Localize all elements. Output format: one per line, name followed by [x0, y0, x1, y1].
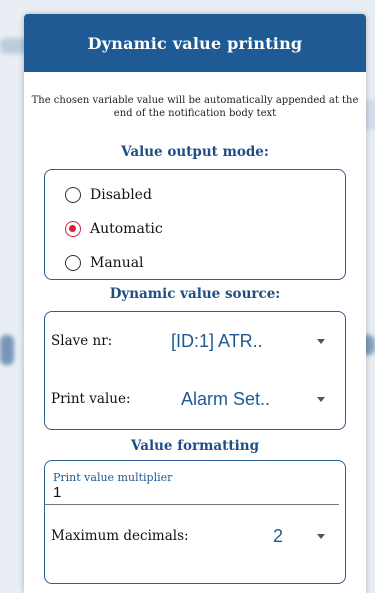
- output-mode-box: Disabled Automatic Manual: [44, 169, 346, 280]
- chevron-down-icon[interactable]: [317, 338, 325, 344]
- background-blur: [0, 335, 14, 365]
- slave-nr-value[interactable]: [ID:1] ATR..: [171, 331, 317, 352]
- radio-label: Automatic: [90, 221, 163, 237]
- value-source-title: Dynamic value source:: [109, 286, 281, 302]
- chevron-down-icon[interactable]: [317, 396, 325, 402]
- print-value-value[interactable]: Alarm Set..: [171, 389, 317, 410]
- multiplier-input[interactable]: 1: [45, 484, 339, 505]
- chevron-down-icon[interactable]: [317, 533, 325, 539]
- radio-option-automatic[interactable]: Automatic: [45, 212, 345, 246]
- dialog-title: Dynamic value printing: [87, 33, 303, 53]
- value-formatting-title: Value formatting: [130, 438, 260, 454]
- radio-label: Disabled: [90, 187, 152, 203]
- radio-option-disabled[interactable]: Disabled: [45, 178, 345, 212]
- slave-nr-label: Slave nr:: [51, 333, 113, 349]
- print-value-select[interactable]: Print value: Alarm Set..: [45, 370, 345, 428]
- multiplier-label: Print value multiplier: [53, 471, 173, 484]
- slave-nr-select[interactable]: Slave nr: [ID:1] ATR..: [45, 312, 345, 370]
- radio-button[interactable]: [65, 187, 81, 203]
- dialog-description: The chosen variable value will be automa…: [31, 95, 359, 119]
- radio-label: Manual: [90, 255, 144, 271]
- radio-button-checked[interactable]: [65, 221, 81, 237]
- dynamic-value-dialog: Dynamic value printing The chosen variab…: [24, 14, 366, 593]
- print-value-label: Print value:: [51, 391, 131, 407]
- max-decimals-label: Maximum decimals:: [51, 528, 189, 544]
- max-decimals-select[interactable]: Maximum decimals: 2: [45, 505, 345, 567]
- max-decimals-value[interactable]: 2: [251, 526, 317, 547]
- value-source-box: Slave nr: [ID:1] ATR.. Print value: Alar…: [44, 311, 346, 430]
- radio-button[interactable]: [65, 255, 81, 271]
- value-formatting-box: Print value multiplier 1 Maximum decimal…: [44, 460, 346, 584]
- dialog-header: Dynamic value printing: [24, 14, 366, 72]
- output-mode-title: Value output mode:: [121, 144, 269, 160]
- radio-option-manual[interactable]: Manual: [45, 246, 345, 280]
